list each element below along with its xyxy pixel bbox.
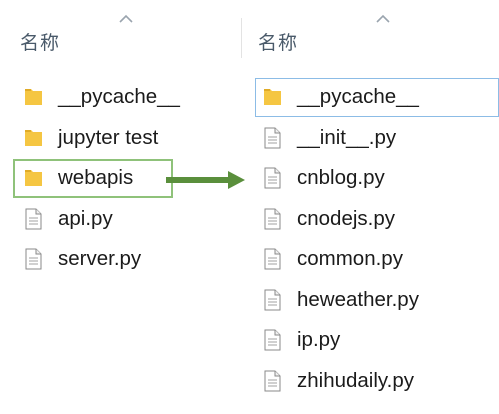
python-file-icon: [264, 370, 281, 392]
file-item[interactable]: api.py: [0, 199, 240, 240]
folder-icon: [25, 89, 42, 106]
item-name-label: jupyter test: [58, 125, 159, 149]
file-item[interactable]: ip.py: [245, 320, 499, 361]
sort-ascending-icon: [376, 14, 390, 23]
python-file-icon: [264, 248, 281, 270]
item-name-label: server.py: [58, 247, 142, 271]
python-file-icon: [264, 329, 281, 351]
file-item[interactable]: zhihudaily.py: [245, 361, 499, 402]
python-file-icon: [264, 167, 281, 189]
folder-icon: [25, 129, 42, 146]
item-name-label: __pycache__: [297, 85, 419, 109]
item-name-label: common.py: [297, 247, 403, 271]
item-name-label: webapis: [58, 166, 134, 190]
item-name-label: cnblog.py: [297, 166, 385, 190]
folder-item[interactable]: __pycache__: [0, 77, 240, 118]
name-column-header[interactable]: 名称: [258, 28, 298, 54]
item-name-label: __init__.py: [297, 125, 397, 149]
item-name-label: api.py: [58, 206, 113, 230]
python-file-icon: [25, 248, 42, 270]
item-name-label: __pycache__: [58, 85, 180, 109]
file-item[interactable]: common.py: [245, 239, 499, 280]
right-file-pane: 名称 __pycache__ __init__.py cnblog.py cnodej…: [245, 0, 499, 414]
folder-item[interactable]: __pycache__: [245, 77, 499, 118]
file-item[interactable]: cnblog.py: [245, 158, 499, 199]
python-file-icon: [264, 208, 281, 230]
folder-item[interactable]: jupyter test: [0, 118, 240, 159]
item-name-label: cnodejs.py: [297, 206, 396, 230]
file-item[interactable]: server.py: [0, 239, 240, 280]
python-file-icon: [264, 289, 281, 311]
file-item[interactable]: heweather.py: [245, 280, 499, 321]
explorer-comparison: 名称 __pycache__jupyter test webapis api.py s…: [0, 0, 499, 414]
name-column-header[interactable]: 名称: [20, 28, 60, 54]
item-name-label: heweather.py: [297, 287, 419, 311]
file-item[interactable]: cnodejs.py: [245, 199, 499, 240]
item-name-label: zhihudaily.py: [297, 368, 414, 392]
python-file-icon: [264, 127, 281, 149]
sort-ascending-icon: [119, 14, 133, 23]
folder-icon: [25, 170, 42, 187]
arrow-right-icon: [166, 171, 245, 189]
column-divider: [241, 18, 242, 58]
right-file-list: __pycache__ __init__.py cnblog.py cnodejs.p…: [245, 77, 499, 401]
left-file-pane: 名称 __pycache__jupyter test webapis api.py s…: [0, 0, 240, 414]
python-file-icon: [25, 208, 42, 230]
folder-icon: [264, 89, 281, 106]
file-item[interactable]: __init__.py: [245, 118, 499, 159]
item-name-label: ip.py: [297, 328, 341, 352]
